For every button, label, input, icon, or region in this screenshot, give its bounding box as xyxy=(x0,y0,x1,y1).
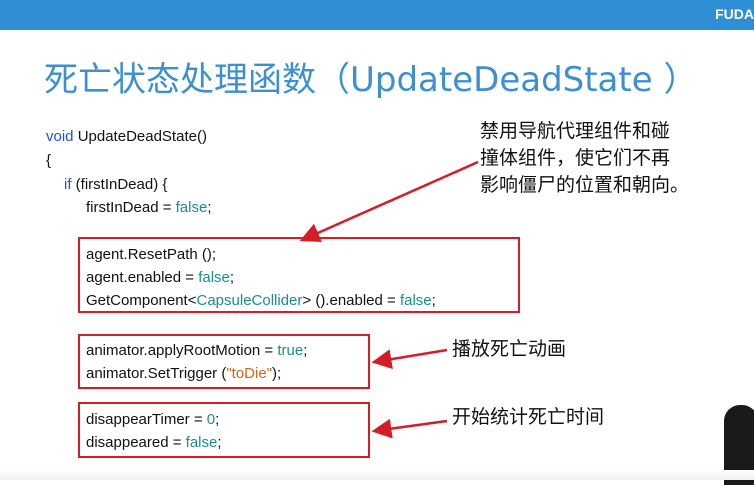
slide-bottom-edge xyxy=(0,470,754,480)
arrows-layer xyxy=(299,160,479,439)
arrow-to-box2 xyxy=(371,348,448,370)
arrow-to-box1 xyxy=(299,160,479,243)
arrow-to-box3 xyxy=(371,418,448,439)
